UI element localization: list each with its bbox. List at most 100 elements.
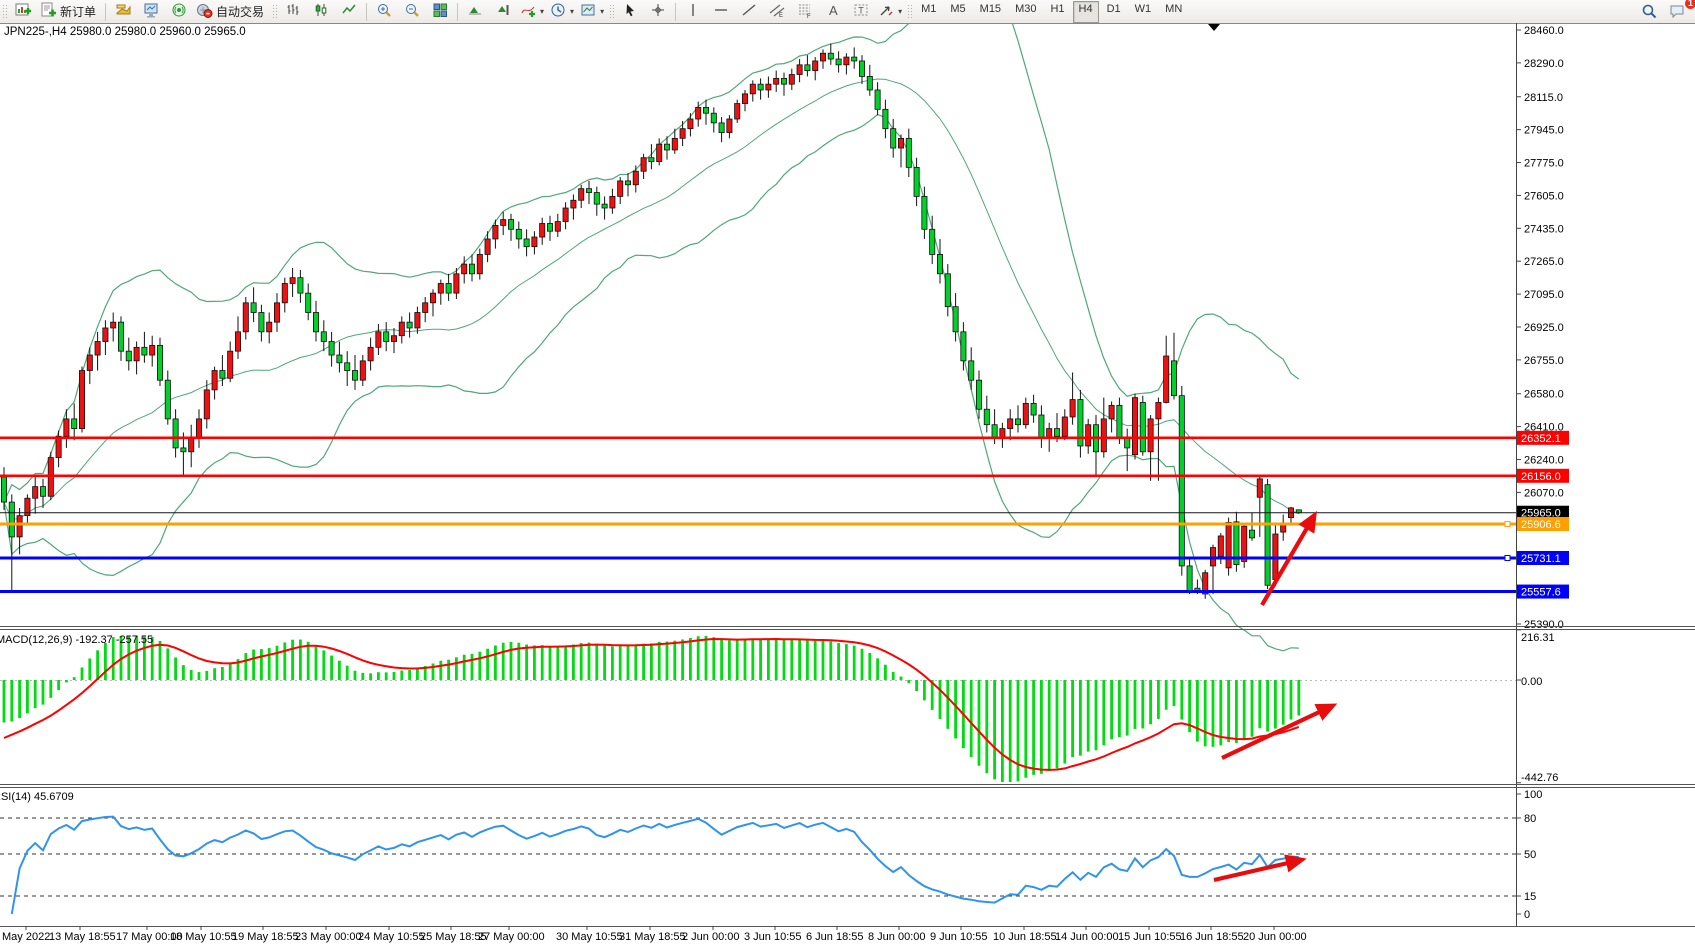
navigator-icon[interactable] (165, 1, 193, 23)
mt4-terminal-window: 新订单 自动交易 ▾ ▾ ▾ EFA T ▾ M1M5M15M30H1H4D1W1MN 1 263… (0, 0, 1695, 945)
candle (516, 229, 521, 239)
market-watch-icon[interactable] (137, 1, 165, 23)
line-chart-icon[interactable] (335, 1, 363, 23)
notifications-button[interactable]: 1 (1663, 1, 1691, 23)
candle (1015, 419, 1020, 425)
timeframe-button-w1[interactable]: W1 (1129, 1, 1158, 23)
timeframe-button-m15[interactable]: M15 (974, 1, 1007, 23)
macd-bar (65, 680, 68, 682)
timeframe-button-m1[interactable]: M1 (915, 1, 942, 23)
navigator-icon (171, 2, 188, 22)
macd-bar (1071, 680, 1074, 757)
cursor-icon[interactable] (616, 1, 644, 23)
timeframe-button-m5[interactable]: M5 (944, 1, 971, 23)
rsi-axis-label: 100 (1524, 789, 1542, 801)
macd-bar (88, 658, 91, 680)
candle (352, 371, 357, 381)
text-label-icon[interactable]: T (847, 1, 875, 23)
timeframe-button-h1[interactable]: H1 (1044, 1, 1070, 23)
candle (945, 274, 950, 307)
time-axis-label: 14 Jun 00:00 (1055, 931, 1119, 943)
candle (797, 65, 802, 75)
bar-chart-icon[interactable] (279, 1, 307, 23)
dropdown-arrow-icon[interactable]: ▾ (570, 7, 574, 16)
macd-bar (1204, 680, 1207, 746)
candle (1125, 438, 1130, 448)
periods-clock-icon[interactable]: ▾ (547, 1, 577, 23)
auto-scroll-icon[interactable] (461, 1, 489, 23)
templates-icon[interactable]: ▾ (577, 1, 607, 23)
candle (501, 220, 506, 226)
crosshair-icon[interactable] (644, 1, 672, 23)
dropdown-arrow-icon[interactable]: ▾ (600, 7, 604, 16)
time-axis-label: 25 May 18:55 (420, 931, 487, 943)
macd-bar (408, 670, 411, 680)
dropdown-arrow-icon[interactable]: ▾ (540, 7, 544, 16)
candle (1171, 361, 1176, 396)
equidistant-channel-icon[interactable]: E (763, 1, 791, 23)
candle (1164, 356, 1169, 402)
hline-handle[interactable] (1505, 522, 1510, 527)
toolbar-drag-handle[interactable] (907, 4, 912, 20)
tile-windows-icon[interactable] (426, 1, 454, 23)
new-chart-icon (15, 2, 32, 22)
candle (602, 204, 607, 208)
candle (867, 76, 872, 90)
toolbar-drag-handle[interactable] (609, 4, 614, 20)
text-icon[interactable]: A (819, 1, 847, 23)
macd-bar (1258, 680, 1261, 728)
candle (56, 436, 61, 457)
dropdown-arrow-icon[interactable]: ▾ (898, 7, 902, 16)
macd-bar (49, 680, 52, 698)
profiles-icon[interactable] (109, 1, 137, 23)
candle (298, 278, 303, 293)
candle (329, 342, 334, 356)
candlestick-chart-icon[interactable] (307, 1, 335, 23)
toolbar-drag-handle[interactable] (2, 4, 7, 20)
timeframe-button-d1[interactable]: D1 (1101, 1, 1127, 23)
macd-bar (244, 653, 247, 680)
timeframe-button-m30[interactable]: M30 (1009, 1, 1042, 23)
candle (79, 371, 84, 429)
arrows-tool-icon[interactable]: ▾ (875, 1, 905, 23)
indicators-icon[interactable]: ▾ (517, 1, 547, 23)
fibonacci-icon[interactable]: F (791, 1, 819, 23)
zoom-in-icon[interactable] (370, 1, 398, 23)
candle (1242, 526, 1247, 561)
candle (493, 225, 498, 239)
chart-shift-icon[interactable] (489, 1, 517, 23)
zoom-out-icon[interactable] (398, 1, 426, 23)
new-chart-icon[interactable] (9, 1, 37, 23)
vertical-line-icon[interactable] (679, 1, 707, 23)
candle (204, 390, 209, 419)
macd-bar (1095, 680, 1098, 750)
new-order-button[interactable]: 新订单 (37, 1, 102, 23)
candle (1265, 485, 1270, 586)
candle (836, 59, 841, 65)
horizontal-line-icon[interactable] (707, 1, 735, 23)
candle (220, 371, 225, 379)
tile-windows-icon (432, 2, 449, 22)
toolbar-separator (366, 3, 367, 21)
autotrading-button[interactable]: 自动交易 (193, 1, 270, 23)
macd-bar (276, 646, 279, 680)
candle (306, 293, 311, 312)
chart-area[interactable]: 26352.126156.025965.025906.625731.125557… (0, 23, 1695, 945)
price-axis-label: 28290.0 (1524, 58, 1564, 70)
timeframe-button-mn[interactable]: MN (1159, 1, 1188, 23)
search-button[interactable] (1635, 1, 1663, 23)
macd-bar (1048, 680, 1051, 771)
svg-text:26352.1: 26352.1 (1521, 433, 1561, 445)
macd-bar (338, 661, 341, 680)
toolbar-drag-handle[interactable] (272, 4, 277, 20)
text-label-icon: T (853, 2, 870, 22)
macd-bar (666, 642, 669, 680)
trendline-icon[interactable] (735, 1, 763, 23)
candle (1156, 402, 1161, 418)
chart-canvas[interactable]: 26352.126156.025965.025906.625731.125557… (0, 23, 1695, 945)
crosshair-icon (650, 2, 667, 22)
candle (17, 516, 22, 537)
hline-handle[interactable] (1505, 555, 1510, 560)
timeframe-button-h4[interactable]: H4 (1073, 1, 1099, 23)
svg-text:T: T (858, 5, 864, 15)
